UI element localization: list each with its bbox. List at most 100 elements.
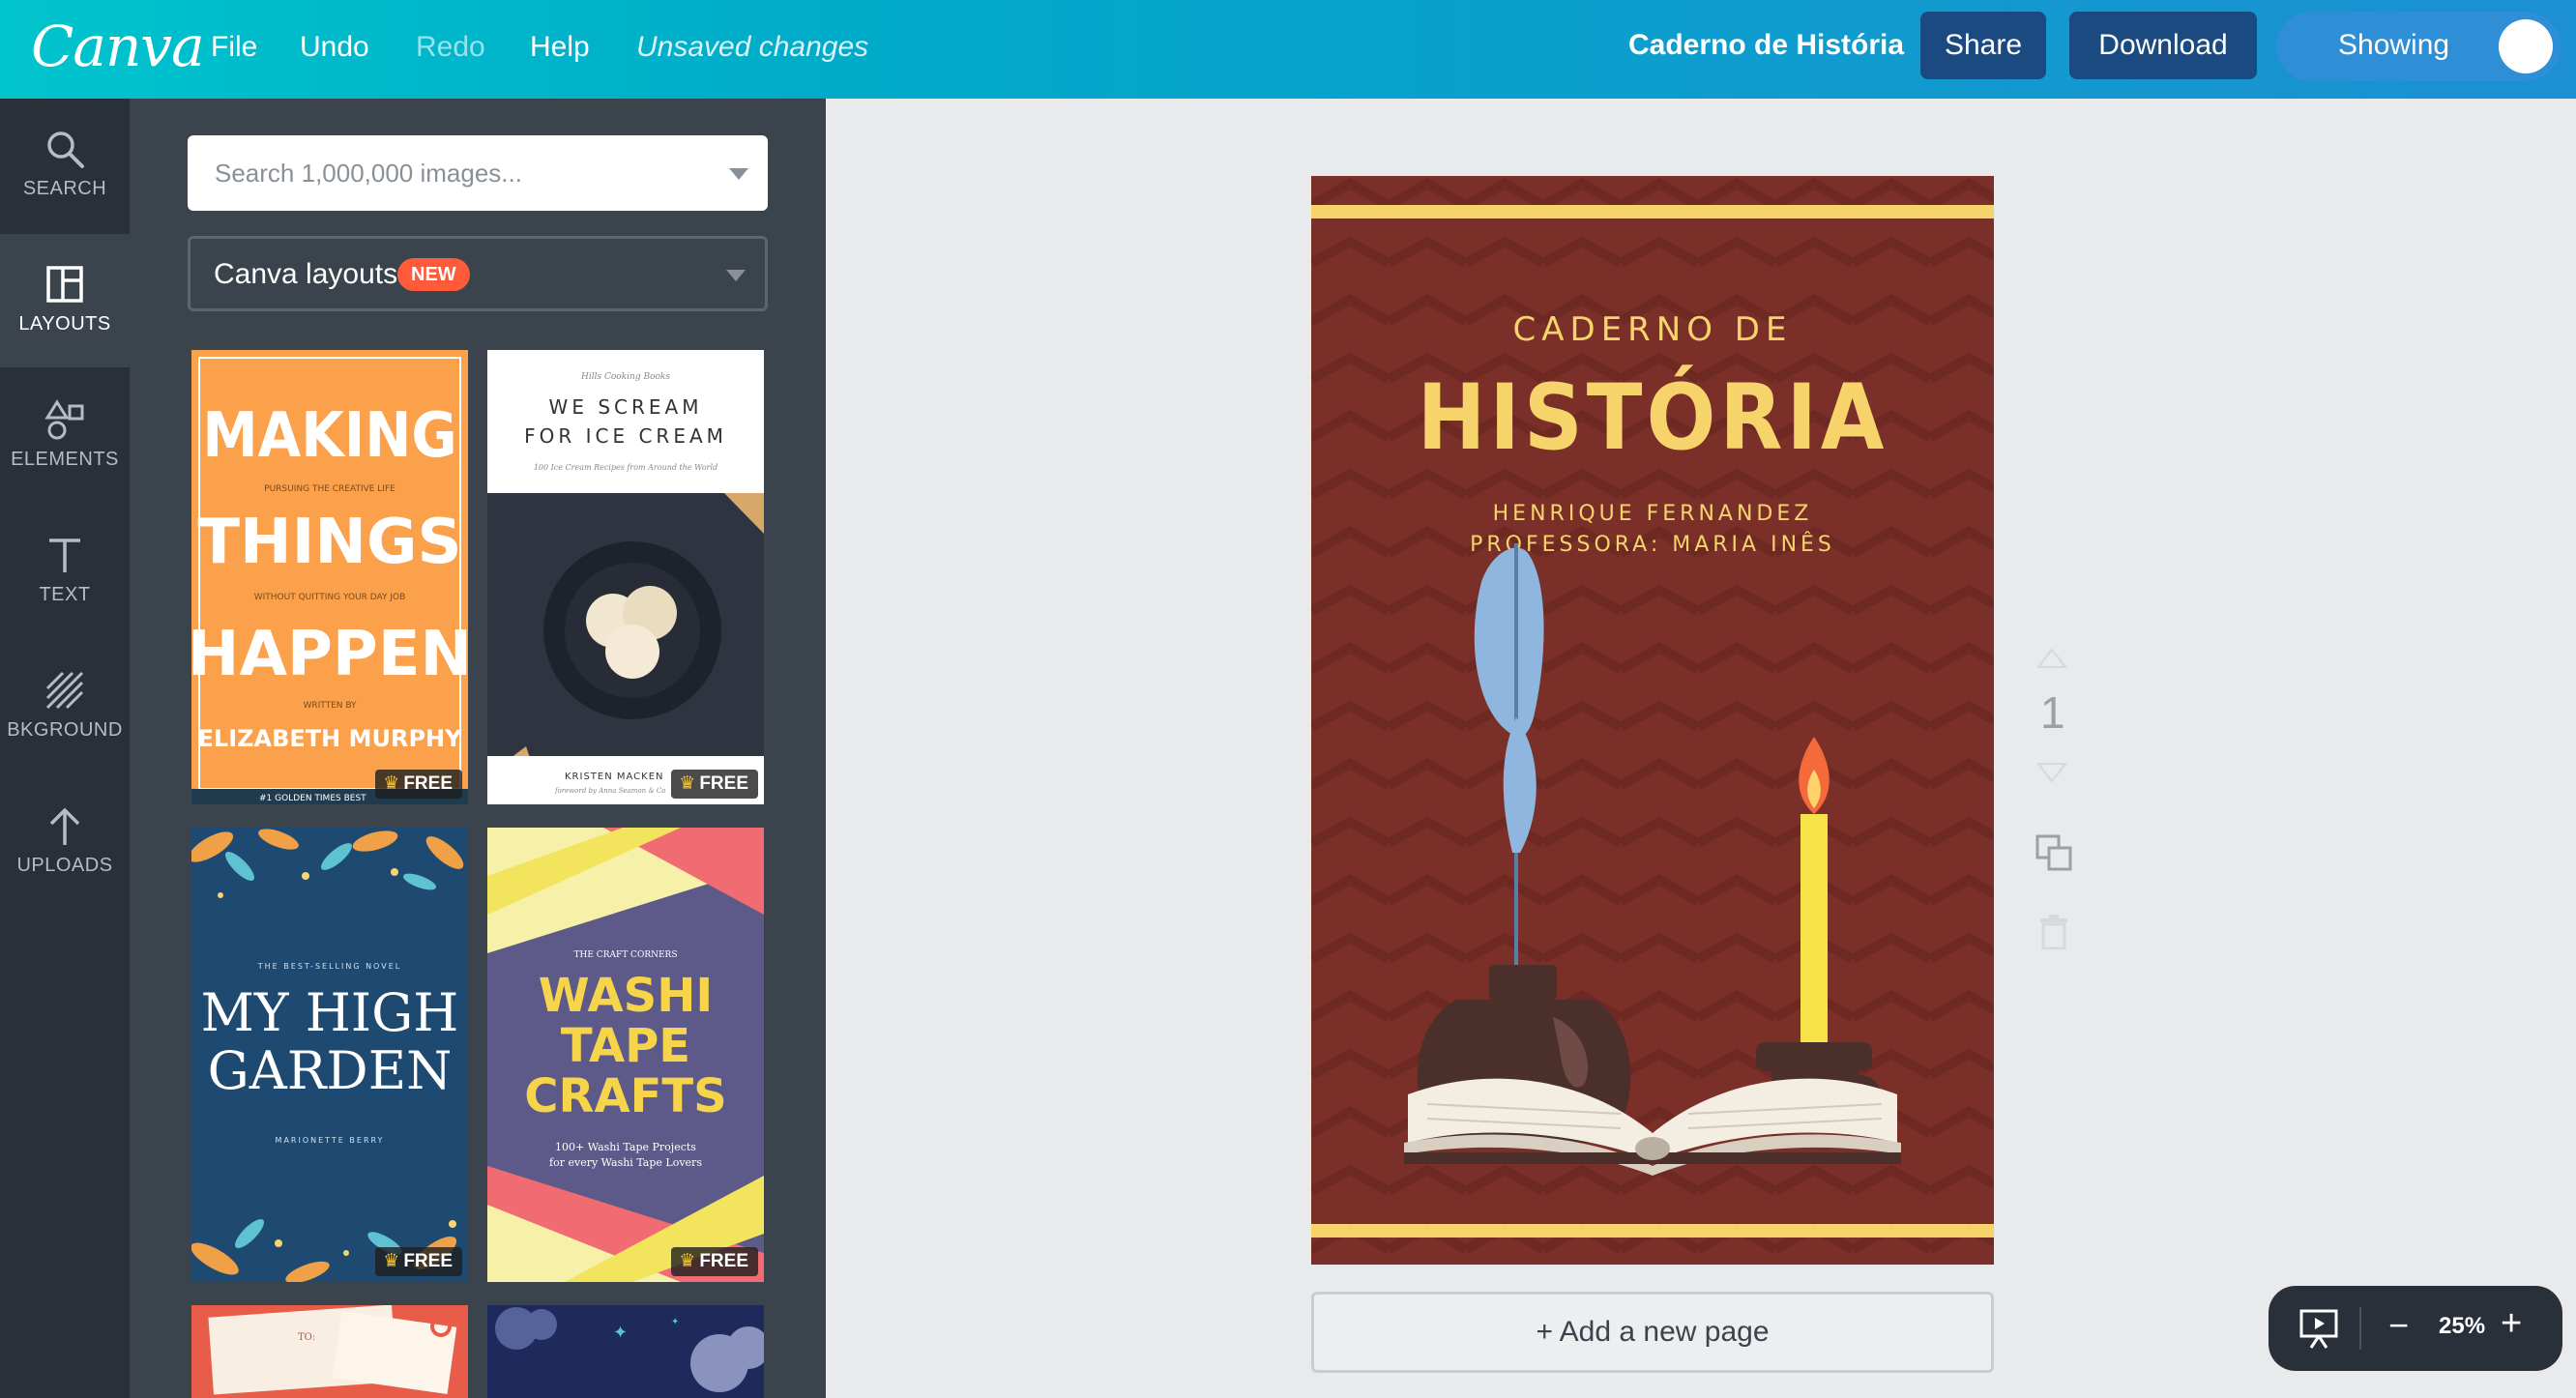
rail-label: UPLOADS — [16, 855, 113, 876]
thumb-text: THINGS — [197, 507, 461, 578]
free-label: FREE — [403, 1251, 453, 1271]
crown-icon: ♛ — [383, 1251, 400, 1271]
thumb-text: MY HIGH — [201, 982, 459, 1043]
free-badge: ♛ FREE — [671, 770, 758, 799]
free-badge: ♛ FREE — [671, 1247, 758, 1276]
free-badge: ♛ FREE — [375, 1247, 462, 1276]
top-bar: Canva File Undo Redo Help Unsaved change… — [0, 0, 2576, 99]
zoom-out-button[interactable]: − — [2388, 1305, 2409, 1346]
page-up-icon[interactable] — [2034, 646, 2069, 671]
zoom-in-button[interactable]: + — [2501, 1303, 2522, 1345]
layouts-dropdown-label: Canva layouts — [214, 258, 398, 290]
thumb-text: #1 GOLDEN TIMES BEST — [259, 794, 366, 803]
menu-undo[interactable]: Undo — [300, 31, 369, 64]
cover-author[interactable]: HENRIQUE FERNANDEZ — [1493, 502, 1813, 526]
thumb-text: KRISTEN MACKEN — [565, 772, 664, 782]
free-label: FREE — [403, 773, 453, 794]
layout-thumb-washi-tape[interactable]: THE CRAFT CORNERS WASHI TAPE CRAFTS 100+… — [487, 828, 764, 1282]
thumb-text: foreword by Anna Seamon & Co — [554, 787, 665, 795]
thumb-text: WITHOUT QUITTING YOUR DAY JOB — [254, 593, 406, 602]
crown-icon: ♛ — [679, 1251, 696, 1271]
new-badge: NEW — [397, 258, 470, 291]
rail-label: TEXT — [39, 584, 91, 605]
layout-thumb-art: THE BEST-SELLING NOVEL MY HIGH GARDEN MA… — [191, 828, 468, 1282]
star-icon: ✦ — [613, 1323, 628, 1342]
thumb-text: WASHI — [539, 969, 714, 1023]
menu-file[interactable]: File — [211, 31, 257, 64]
present-icon[interactable] — [2298, 1307, 2340, 1350]
canva-logo[interactable]: Canva — [31, 14, 205, 79]
cover-art: CADERNO DE HISTÓRIA HENRIQUE FERNANDEZ P… — [1311, 176, 1994, 1265]
upload-icon — [49, 807, 80, 845]
copy-page-icon[interactable] — [2034, 833, 2073, 872]
showing-label: Showing — [2338, 29, 2450, 61]
menu-redo[interactable]: Redo — [416, 31, 485, 64]
page-down-icon[interactable] — [2034, 760, 2069, 785]
free-label: FREE — [699, 1251, 748, 1271]
crown-icon: ♛ — [383, 773, 400, 794]
layout-thumb-my-high-garden[interactable]: THE BEST-SELLING NOVEL MY HIGH GARDEN MA… — [191, 828, 468, 1282]
page-number: 1 — [2040, 687, 2065, 738]
layout-thumb-ice-cream[interactable]: Hills Cooking Books WE SCREAM FOR ICE CR… — [487, 350, 764, 804]
background-icon — [45, 671, 84, 710]
rail-label: LAYOUTS — [18, 313, 111, 335]
thumb-text: HAPPEN — [191, 619, 468, 690]
layout-thumb-art: MAKING PURSUING THE CREATIVE LIFE THINGS… — [191, 350, 468, 804]
showing-toggle[interactable]: Showing — [2276, 12, 2561, 81]
add-new-page-button[interactable]: + Add a new page — [1311, 1292, 1994, 1373]
chevron-down-icon — [726, 270, 746, 281]
shapes-icon — [44, 399, 84, 440]
rail-item-search[interactable]: SEARCH — [0, 99, 130, 232]
search-icon — [47, 131, 84, 168]
rail-label: BKGROUND — [7, 719, 123, 741]
rail-item-elements[interactable]: ELEMENTS — [0, 369, 130, 503]
layout-thumb-night-sky[interactable]: ✦ ✦ — [487, 1305, 764, 1398]
thumb-text: MAKING — [202, 400, 456, 472]
rail-item-layouts[interactable]: LAYOUTS — [0, 234, 130, 367]
toggle-knob — [2499, 19, 2553, 73]
free-label: FREE — [699, 773, 748, 794]
rail-label: ELEMENTS — [11, 449, 119, 470]
zoom-controls: − 25% + — [2269, 1286, 2562, 1371]
thumb-text: 100 Ice Cream Recipes from Around the Wo… — [534, 463, 717, 472]
layout-thumb-making-things-happen[interactable]: MAKING PURSUING THE CREATIVE LIFE THINGS… — [191, 350, 468, 804]
rail-label: SEARCH — [22, 178, 107, 199]
rail-item-text[interactable]: TEXT — [0, 505, 130, 638]
layout-thumb-art: ✦ ✦ — [487, 1305, 764, 1398]
left-rail: SEARCH LAYOUTS ELEMENTS TEXT BKGROUND UP… — [0, 99, 130, 1398]
thumb-text: WE SCREAM — [549, 395, 703, 419]
thumb-text: for every Washi Tape Lovers — [549, 1156, 702, 1169]
thumb-text: 100+ Washi Tape Projects — [555, 1141, 696, 1153]
layouts-dropdown[interactable]: Canva layouts NEW — [188, 236, 768, 311]
document-title[interactable]: Caderno de História — [1628, 29, 1904, 62]
thumb-text: PURSUING THE CREATIVE LIFE — [264, 484, 395, 494]
thumb-text: MARIONETTE BERRY — [276, 1136, 385, 1145]
rail-item-uploads[interactable]: UPLOADS — [0, 775, 130, 909]
thumb-text: GARDEN — [208, 1040, 453, 1101]
thumb-text: CRAFTS — [524, 1069, 726, 1123]
layout-thumb-letters[interactable]: TO: — [191, 1305, 468, 1398]
chevron-down-icon[interactable] — [729, 168, 748, 180]
layouts-icon — [46, 266, 83, 303]
thumb-text: THE BEST-SELLING NOVEL — [257, 962, 401, 971]
zoom-level[interactable]: 25% — [2439, 1313, 2485, 1340]
design-page[interactable]: CADERNO DE HISTÓRIA HENRIQUE FERNANDEZ P… — [1311, 176, 1994, 1265]
download-button[interactable]: Download — [2069, 12, 2257, 79]
thumb-text: TAPE — [561, 1019, 690, 1073]
save-status: Unsaved changes — [636, 31, 869, 63]
layout-thumb-art: TO: — [191, 1305, 468, 1398]
menu-help[interactable]: Help — [530, 31, 590, 64]
image-search-input[interactable]: Search 1,000,000 images... — [188, 135, 768, 211]
thumb-text: ELIZABETH MURPHY — [198, 725, 463, 752]
layout-thumb-art: THE CRAFT CORNERS WASHI TAPE CRAFTS 100+… — [487, 828, 764, 1282]
text-icon — [49, 539, 80, 572]
thumb-text: Hills Cooking Books — [580, 372, 670, 382]
rail-item-background[interactable]: BKGROUND — [0, 640, 130, 773]
search-placeholder: Search 1,000,000 images... — [215, 159, 522, 188]
star-icon: ✦ — [671, 1317, 679, 1327]
cover-title-line2[interactable]: HISTÓRIA — [1418, 364, 1888, 471]
share-button[interactable]: Share — [1920, 12, 2046, 79]
thumb-text: FOR ICE CREAM — [524, 424, 727, 448]
cover-title-line1[interactable]: CADERNO DE — [1513, 310, 1793, 349]
delete-page-icon[interactable] — [2038, 915, 2069, 949]
